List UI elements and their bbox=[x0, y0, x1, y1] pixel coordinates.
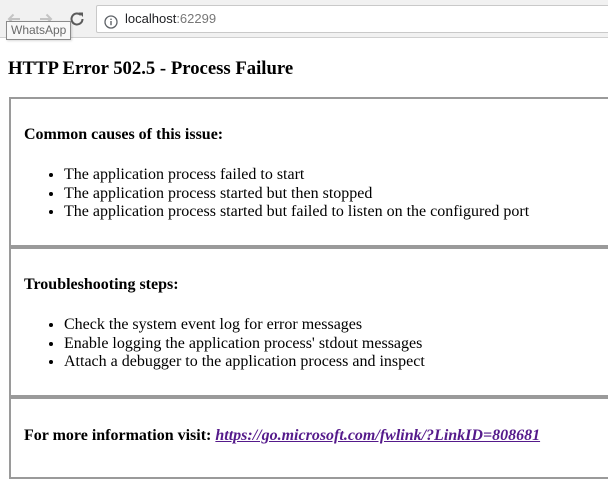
causes-heading: Common causes of this issue: bbox=[24, 126, 224, 143]
list-item: Enable logging the application process' … bbox=[64, 335, 425, 354]
fwlink-link[interactable]: https://go.microsoft.com/fwlink/?LinkID=… bbox=[215, 427, 540, 444]
list-item: Check the system event log for error mes… bbox=[64, 316, 425, 335]
address-bar[interactable]: localhost:62299 bbox=[96, 5, 608, 33]
troubleshooting-heading: Troubleshooting steps: bbox=[24, 276, 179, 293]
url-text[interactable]: localhost:62299 bbox=[125, 6, 216, 32]
list-item: The application process failed to start bbox=[64, 166, 529, 185]
url-port: :62299 bbox=[176, 11, 217, 26]
tooltip: WhatsApp bbox=[6, 21, 72, 40]
troubleshooting-panel: Troubleshooting steps: Check the system … bbox=[9, 247, 608, 397]
browser-toolbar: localhost:62299 WhatsApp bbox=[0, 0, 608, 40]
page-title: HTTP Error 502.5 - Process Failure bbox=[8, 58, 294, 79]
troubleshooting-list: Check the system event log for error mes… bbox=[11, 316, 425, 372]
more-info-label: For more information visit: bbox=[24, 427, 212, 444]
causes-panel: Common causes of this issue: The applica… bbox=[9, 97, 608, 247]
causes-list: The application process failed to start … bbox=[11, 166, 529, 222]
url-host: localhost bbox=[125, 11, 177, 26]
list-item: The application process started but then… bbox=[64, 185, 529, 204]
info-icon[interactable] bbox=[104, 12, 118, 29]
list-item: Attach a debugger to the application pro… bbox=[64, 353, 425, 372]
list-item: The application process started but fail… bbox=[64, 203, 529, 222]
more-info-heading: For more information visit: https://go.m… bbox=[24, 427, 540, 445]
more-info-panel: For more information visit: https://go.m… bbox=[9, 397, 608, 479]
